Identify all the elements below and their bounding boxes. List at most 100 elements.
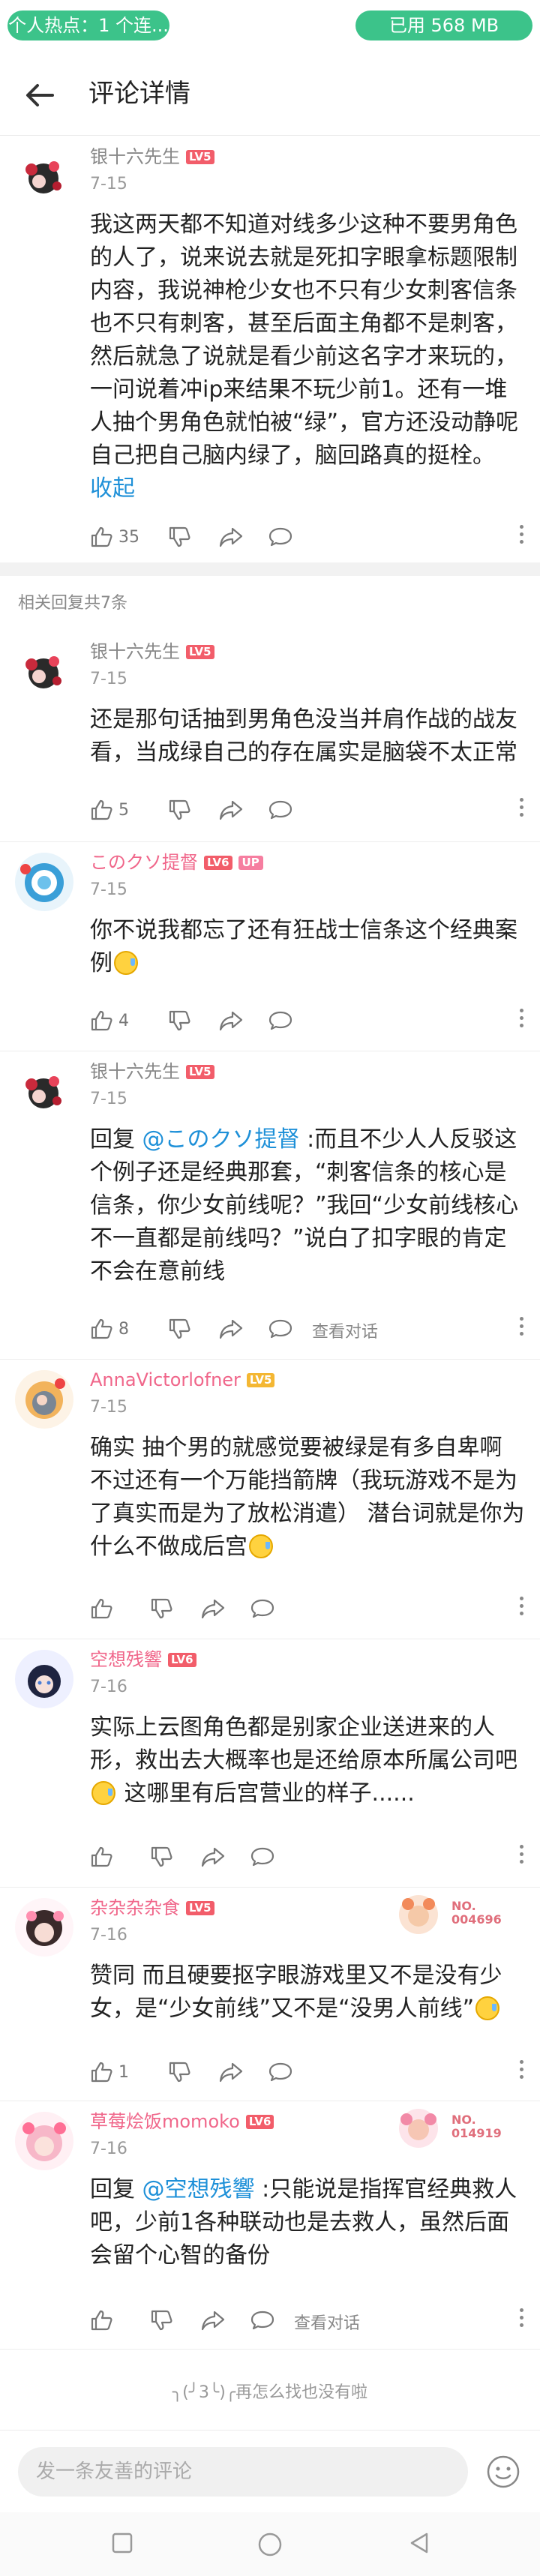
username[interactable]: このクソ提督 LV6 UP: [90, 851, 263, 874]
more-options-icon[interactable]: [518, 798, 525, 820]
share-icon: [219, 1319, 243, 1339]
avatar[interactable]: [15, 1370, 74, 1429]
hotspot-status-pill[interactable]: 个人热点：1 个连...: [8, 10, 170, 40]
related-replies-header: 相关回复共7条: [18, 594, 128, 613]
comment-actions: 5: [90, 795, 525, 825]
comment-date: 7-15: [90, 1398, 128, 1417]
avatar[interactable]: [15, 2112, 74, 2170]
view-conversation-link[interactable]: 查看对话: [294, 2310, 360, 2334]
fan-badge-number: NO. 014919: [452, 2113, 502, 2140]
more-options-icon[interactable]: [518, 1317, 525, 1339]
comment-actions: 8 查看对话: [90, 1314, 525, 1344]
thumbs-down-icon: [169, 1318, 190, 1339]
more-options-icon[interactable]: [518, 1009, 525, 1031]
more-options-icon[interactable]: [518, 1845, 525, 1867]
username[interactable]: 银十六先生 LV5: [90, 145, 214, 168]
comment-actions: 4: [90, 1006, 525, 1036]
level-badge: LV5: [186, 645, 214, 659]
fan-badge: NO. 014919: [398, 2107, 502, 2149]
like-button[interactable]: [90, 1594, 112, 1624]
avatar[interactable]: [15, 1898, 74, 1957]
reply-button[interactable]: [268, 522, 292, 552]
more-options-icon[interactable]: [518, 525, 525, 547]
like-button[interactable]: 1: [90, 2057, 129, 2087]
reply-button[interactable]: [268, 1314, 292, 1344]
comment-actions: [90, 1842, 525, 1872]
like-button[interactable]: 8: [90, 1314, 129, 1344]
sweat-emoji-icon: [114, 951, 138, 975]
recent-apps-icon[interactable]: [111, 2532, 134, 2554]
thumbs-up-icon: [91, 526, 112, 547]
back-triangle-icon[interactable]: [408, 2532, 430, 2554]
avatar[interactable]: [15, 853, 74, 911]
like-count: 4: [118, 1011, 129, 1030]
username[interactable]: 空想残響 LV6: [90, 1648, 196, 1671]
username[interactable]: 杂杂杂杂食 LV5: [90, 1897, 214, 1919]
reply-button[interactable]: [250, 2305, 274, 2335]
share-icon: [219, 2062, 243, 2083]
comment-bubble-icon: [250, 1599, 274, 1618]
level-badge: LV5: [246, 1373, 275, 1387]
comment-bubble-icon: [268, 2062, 292, 2082]
avatar[interactable]: [15, 1650, 74, 1708]
home-icon[interactable]: [257, 2532, 283, 2557]
share-button[interactable]: [219, 795, 243, 825]
reply-button[interactable]: [268, 2057, 292, 2087]
dislike-button[interactable]: [150, 1594, 172, 1624]
username[interactable]: 银十六先生 LV5: [90, 640, 214, 663]
dislike-button[interactable]: [168, 2057, 190, 2087]
dislike-button[interactable]: [150, 1842, 172, 1872]
data-usage-pill[interactable]: 已用 568 MB: [356, 10, 532, 40]
level-badge: LV5: [186, 150, 214, 164]
reply-button[interactable]: [268, 1006, 292, 1036]
comment-bubble-icon: [268, 527, 292, 547]
reply-button[interactable]: [268, 795, 292, 825]
share-button[interactable]: [201, 2305, 225, 2335]
emoji-picker-icon[interactable]: [486, 2455, 520, 2489]
comment-text: 还是那句话抽到男角色没当并肩作战的战友看，当成绿自己的存在属实是脑袋不太正常: [90, 706, 518, 766]
comment-text: 赞同 而且硬要抠字眼游戏里又不是没有少女，是“少女前线”又不是“没男人前线”: [90, 1963, 502, 2022]
reply-button[interactable]: [250, 1594, 274, 1624]
comment-actions: 查看对话: [90, 2305, 525, 2335]
share-button[interactable]: [219, 1006, 243, 1036]
like-button[interactable]: [90, 2305, 112, 2335]
share-button[interactable]: [201, 1594, 225, 1624]
back-arrow-icon[interactable]: [22, 78, 57, 112]
thumbs-down-icon: [151, 1598, 172, 1619]
mention-link[interactable]: @このクソ提督: [142, 1126, 300, 1153]
share-button[interactable]: [219, 1314, 243, 1344]
reply-button[interactable]: [250, 1842, 274, 1872]
like-button[interactable]: 5: [90, 795, 129, 825]
dislike-button[interactable]: [168, 795, 190, 825]
avatar[interactable]: [15, 1062, 74, 1120]
more-options-icon[interactable]: [518, 2308, 525, 2331]
share-button[interactable]: [201, 1842, 225, 1872]
share-button[interactable]: [219, 522, 243, 552]
like-button[interactable]: 4: [90, 1006, 129, 1036]
reply-item: このクソ提督 LV6 UP 7-15 你不说我都忘了还有狂战士信条这个经典案例 4: [0, 842, 540, 1051]
share-icon: [219, 800, 243, 820]
avatar[interactable]: [15, 147, 74, 205]
dislike-button[interactable]: [168, 1006, 190, 1036]
avatar[interactable]: [15, 642, 74, 700]
dislike-button[interactable]: [150, 2305, 172, 2335]
dislike-button[interactable]: [168, 1314, 190, 1344]
collapse-link[interactable]: 收起: [90, 474, 135, 504]
comment-date: 7-15: [90, 880, 128, 899]
username[interactable]: 草莓烩饭momoko LV6: [90, 2110, 274, 2133]
like-button[interactable]: [90, 1842, 112, 1872]
username[interactable]: 银十六先生 LV5: [90, 1060, 214, 1083]
mention-link[interactable]: @空想残響: [142, 2176, 255, 2203]
more-options-icon[interactable]: [518, 1597, 525, 1619]
username[interactable]: AnnaVictorlofner LV5: [90, 1369, 275, 1391]
thumbs-up-icon: [91, 1318, 112, 1339]
comment-input[interactable]: 发一条友善的评论: [18, 2447, 468, 2497]
share-button[interactable]: [219, 2057, 243, 2087]
dislike-button[interactable]: [168, 522, 190, 552]
divider: [0, 2349, 540, 2350]
like-button[interactable]: 35: [90, 522, 140, 552]
view-conversation-link[interactable]: 查看对话: [312, 1318, 378, 1342]
more-options-icon[interactable]: [518, 2060, 525, 2083]
comment-bubble-icon: [268, 1011, 292, 1030]
reply-item: 杂杂杂杂食 LV5 NO. 004696 7-16 赞同 而且硬要抠字眼游戏里又不…: [0, 1888, 540, 2101]
